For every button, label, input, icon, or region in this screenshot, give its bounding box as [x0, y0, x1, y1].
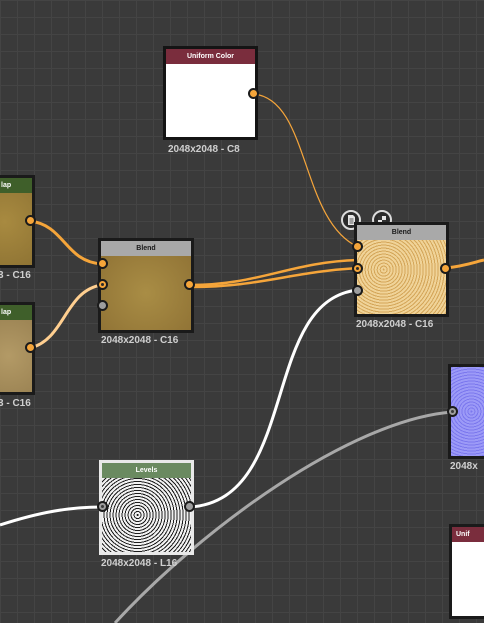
blend-right-preview: [357, 240, 446, 314]
levels-input-port[interactable]: [97, 501, 108, 512]
blend-left-output-port[interactable]: [184, 279, 195, 290]
uniform-color-output-port[interactable]: [248, 88, 259, 99]
uniform-color-node[interactable]: Uniform Color: [163, 46, 258, 140]
normal-right-input-port[interactable]: [447, 406, 458, 417]
blend-left-input-port-2[interactable]: [97, 279, 108, 290]
wire-into-levels: [0, 505, 103, 527]
levels-info: 2048x2048 - L16: [101, 558, 178, 569]
uniform-right-header: Unif: [452, 527, 484, 542]
map-bottom-preview: [0, 320, 32, 392]
wire-mapbottom-to-blend: [29, 283, 103, 350]
map-top-info: 3 - C16: [0, 270, 31, 281]
wire-blend-output: [445, 258, 484, 270]
blend-right-info: 2048x2048 - C16: [356, 319, 434, 330]
blend-right-header: Blend: [357, 225, 446, 240]
uniform-right-node[interactable]: Unif: [449, 524, 484, 619]
blend-right-mask-port[interactable]: [352, 285, 363, 296]
blend-left-preview: [101, 256, 191, 330]
uniform-right-preview: [452, 542, 484, 616]
map-bottom-output-port[interactable]: [25, 342, 36, 353]
uniform-color-preview: [166, 64, 255, 137]
map-bottom-header: lap: [0, 305, 32, 320]
blend-right-input-port-1[interactable]: [352, 241, 363, 252]
blend-right-input-port-2[interactable]: [352, 263, 363, 274]
blend-left-mask-port[interactable]: [97, 300, 108, 311]
wire-blend-to-blend-a: [189, 258, 359, 287]
map-top-output-port[interactable]: [25, 215, 36, 226]
wire-levels-to-blend: [189, 288, 359, 509]
levels-preview: [102, 478, 191, 552]
levels-header: Levels: [102, 463, 191, 478]
blend-left-header: Blend: [101, 241, 191, 256]
normal-right-info: 2048x: [450, 461, 478, 472]
wire-maptop-to-blend: [29, 219, 103, 266]
uniform-color-header: Uniform Color: [166, 49, 255, 64]
blend-left-input-port-1[interactable]: [97, 258, 108, 269]
map-bottom-info: 3 - C16: [0, 398, 31, 409]
blend-left-node[interactable]: Blend: [98, 238, 194, 333]
blend-right-node[interactable]: Blend: [354, 222, 449, 317]
uniform-color-info: 2048x2048 - C8: [168, 144, 240, 155]
map-top-header: lap: [0, 178, 32, 193]
levels-node[interactable]: Levels: [99, 460, 194, 555]
map-top-preview: [0, 193, 32, 265]
blend-left-info: 2048x2048 - C16: [101, 335, 179, 346]
levels-output-port[interactable]: [184, 501, 195, 512]
blend-right-output-port[interactable]: [440, 263, 451, 274]
